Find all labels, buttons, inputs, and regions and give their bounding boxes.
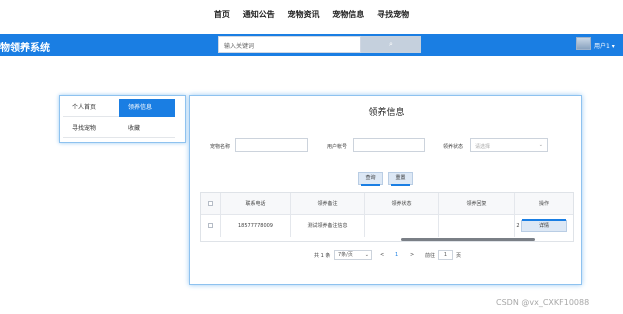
sidebar-item-profile[interactable]: 个人首页 bbox=[63, 99, 119, 117]
column-header-action: 操作 bbox=[515, 193, 573, 215]
header-bar: 物领养系统 输入关键词 ⌕ 用户1 ▾ bbox=[0, 34, 623, 56]
search-icon: ⌕ bbox=[389, 40, 393, 48]
sidebar-item-favorites[interactable]: 收藏 bbox=[119, 120, 175, 138]
nav-pet-news[interactable]: 宠物资讯 bbox=[288, 9, 320, 20]
page-size-value: 7条/页 bbox=[338, 252, 353, 258]
column-header-reply[interactable]: 领养回复 bbox=[439, 193, 515, 215]
prev-page-button[interactable]: < bbox=[380, 252, 384, 258]
page-size-select[interactable]: 7条/页 ⌄ bbox=[334, 250, 372, 260]
adopt-status-placeholder: 请选择 bbox=[475, 144, 491, 150]
search-query-button[interactable]: 查询 bbox=[358, 172, 383, 186]
sidebar-item-adoption[interactable]: 领养信息 bbox=[119, 99, 175, 117]
goto-label: 前往 bbox=[425, 253, 436, 259]
pagination-total: 共 1 条 bbox=[314, 253, 331, 259]
table-header-select bbox=[201, 193, 221, 215]
user-account-input[interactable] bbox=[353, 138, 425, 152]
detail-button[interactable]: 详情 bbox=[521, 219, 567, 232]
sidebar-item-find-pet[interactable]: 寻找宠物 bbox=[63, 120, 119, 138]
table-cell-phone: 18577778009 bbox=[221, 215, 291, 237]
next-page-button[interactable]: > bbox=[410, 252, 414, 258]
column-header-status[interactable]: 领养状态 bbox=[365, 193, 439, 215]
goto-page-input[interactable]: 1 bbox=[438, 250, 453, 260]
column-header-phone[interactable]: 联系电话 bbox=[221, 193, 291, 215]
chevron-down-icon: ⌄ bbox=[538, 142, 543, 148]
column-header-note[interactable]: 领养备注 bbox=[291, 193, 365, 215]
chevron-down-icon: ▾ bbox=[611, 43, 615, 50]
table-horizontal-scrollbar[interactable] bbox=[401, 238, 535, 241]
row-checkbox[interactable] bbox=[208, 223, 213, 228]
page-number-1[interactable]: 1 bbox=[395, 252, 398, 258]
reset-button[interactable]: 重置 bbox=[388, 172, 413, 186]
adopt-status-label: 领养状态 bbox=[443, 144, 464, 150]
table-cell-reply bbox=[439, 215, 515, 237]
chevron-down-icon: ⌄ bbox=[364, 252, 369, 258]
nav-pet-info[interactable]: 宠物信息 bbox=[332, 9, 364, 20]
table-cell-note: 测试领养备注信息 bbox=[291, 215, 365, 237]
user-account-label: 用户帐号 bbox=[327, 144, 348, 150]
page-suffix-label: 页 bbox=[456, 253, 462, 259]
page-root: 首页 通知公告 宠物资讯 宠物信息 寻找宠物 物领养系统 输入关键词 ⌕ 用户1… bbox=[0, 0, 623, 314]
adoption-table: 联系电话 领养备注 领养状态 领养回复 操作 18577778009 测试领养备… bbox=[200, 192, 574, 242]
user-label: 用户1 bbox=[594, 43, 610, 50]
sidebar-menu: 个人首页 领养信息 寻找宠物 收藏 bbox=[59, 95, 186, 143]
watermark: CSDN @vx_CXKF10088 bbox=[496, 298, 590, 307]
search-input[interactable]: 输入关键词 bbox=[218, 36, 361, 53]
site-title: 物领养系统 bbox=[0, 43, 50, 54]
avatar[interactable] bbox=[576, 37, 591, 50]
adopt-status-select[interactable]: 请选择 ⌄ bbox=[470, 138, 548, 152]
table-cell-status bbox=[365, 215, 439, 237]
row-select-cell bbox=[201, 215, 221, 237]
nav-find-pet[interactable]: 寻找宠物 bbox=[377, 9, 409, 20]
top-nav: 首页 通知公告 宠物资讯 宠物信息 寻找宠物 bbox=[0, 9, 623, 20]
pet-name-label: 宠物名称 bbox=[210, 144, 231, 150]
nav-home[interactable]: 首页 bbox=[214, 9, 230, 20]
page-title: 领养信息 bbox=[368, 108, 405, 118]
adoption-panel: 领养信息 宠物名称 用户帐号 领养状态 请选择 ⌄ 查询 重置 联系电话 领养备… bbox=[189, 95, 582, 285]
nav-notices[interactable]: 通知公告 bbox=[243, 9, 275, 20]
search-button[interactable]: ⌕ bbox=[361, 36, 421, 53]
select-all-checkbox[interactable] bbox=[208, 201, 213, 206]
user-menu[interactable]: 用户1 ▾ bbox=[594, 41, 615, 50]
pet-name-input[interactable] bbox=[235, 138, 308, 152]
